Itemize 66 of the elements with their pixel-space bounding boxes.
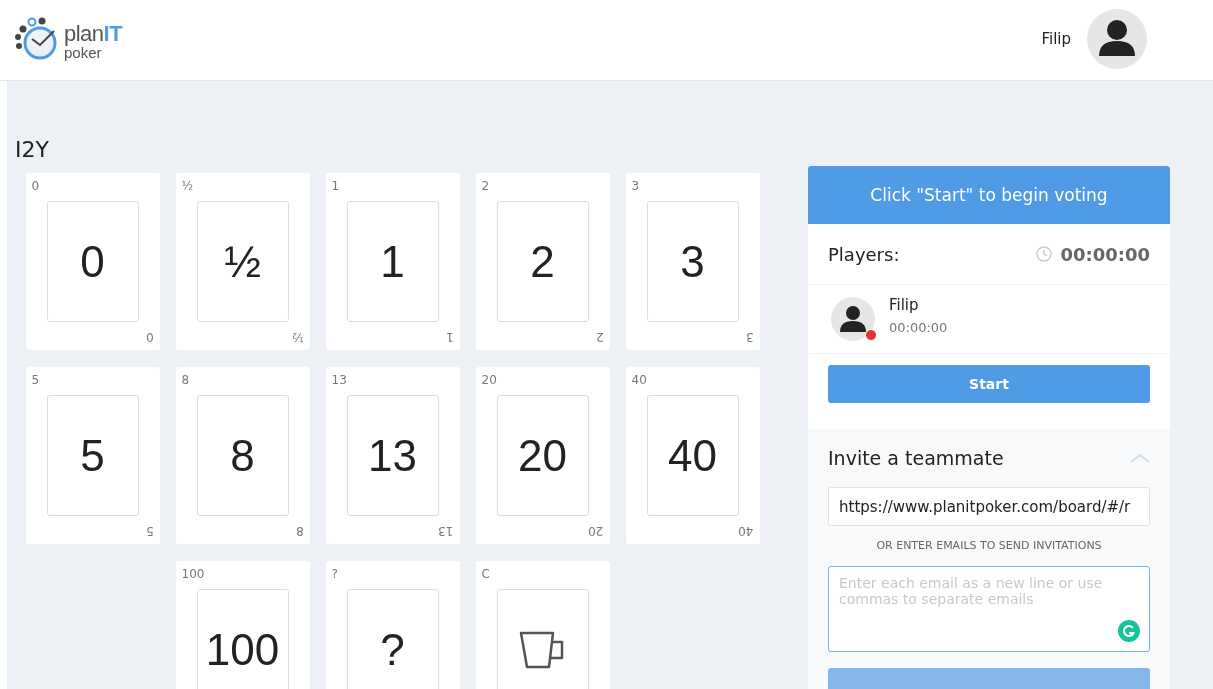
card-corner-label: 0 bbox=[31, 179, 40, 193]
divider-text: OR ENTER EMAILS TO SEND INVITATIONS bbox=[875, 539, 1103, 552]
card-corner-label: 0 bbox=[145, 330, 154, 344]
card-corner-label: 8 bbox=[181, 373, 190, 387]
card-value: 3 bbox=[680, 236, 705, 287]
card-value: 100 bbox=[205, 624, 280, 675]
poker-card[interactable]: 1 1 1 bbox=[325, 173, 460, 350]
card-value: 13 bbox=[368, 430, 417, 481]
card-corner-label: 3 bbox=[631, 179, 640, 193]
player-time: 00:00:00 bbox=[889, 319, 948, 335]
card-corner-label: 100 bbox=[181, 567, 205, 581]
invite-title: Invite a teammate bbox=[828, 447, 1004, 469]
email-input-field[interactable]: Enter each email as a new line or use commas to separate emails bbox=[828, 566, 1150, 652]
card-corner-label: ½ bbox=[181, 179, 194, 193]
logo-wordmark: planIT bbox=[64, 23, 123, 45]
grammar-check-icon[interactable] bbox=[1118, 620, 1140, 642]
card-corner-label: C bbox=[481, 567, 490, 581]
card-value: ½ bbox=[224, 236, 261, 287]
card-corner-label: 5 bbox=[31, 373, 40, 387]
poker-card[interactable]: 5 5 5 bbox=[25, 367, 160, 544]
card-corner-label: ½ bbox=[291, 330, 304, 344]
poker-card[interactable]: ? ? bbox=[325, 561, 460, 689]
players-label: Players: bbox=[828, 243, 900, 265]
card-value: 20 bbox=[518, 430, 567, 481]
poker-card[interactable]: 20 20 20 bbox=[475, 367, 610, 544]
poker-card[interactable]: 100 100 bbox=[175, 561, 310, 689]
player-name: Filip bbox=[889, 295, 920, 314]
poker-card[interactable]: ½ ½ ½ bbox=[175, 173, 310, 350]
card-corner-label: 20 bbox=[481, 373, 497, 387]
poker-card[interactable]: 8 8 8 bbox=[175, 367, 310, 544]
chevron-icon[interactable] bbox=[1130, 453, 1150, 463]
user-name: Filip bbox=[1041, 30, 1071, 48]
avatar-icon[interactable] bbox=[1087, 9, 1147, 69]
card-corner-label: 5 bbox=[145, 524, 154, 538]
invite-link-field[interactable]: https://www.planitpoker.com/board/#/r bbox=[828, 487, 1150, 526]
poker-card[interactable]: 0 0 0 bbox=[25, 173, 160, 350]
card-value: 40 bbox=[668, 430, 717, 481]
card-value: 8 bbox=[230, 430, 255, 481]
clock-icon bbox=[1036, 246, 1053, 262]
card-value: 0 bbox=[80, 236, 105, 287]
card-corner-label: 1 bbox=[331, 179, 340, 193]
card-corner-label: ? bbox=[331, 567, 338, 581]
card-value: 2 bbox=[530, 236, 555, 287]
poker-card[interactable]: 40 40 40 bbox=[625, 367, 760, 544]
card-corner-label: 13 bbox=[331, 373, 347, 387]
card-corner-label: 2 bbox=[481, 179, 490, 193]
avatar-icon bbox=[831, 297, 875, 341]
card-corner-label: 2 bbox=[595, 330, 604, 344]
card-corner-label: 8 bbox=[295, 524, 304, 538]
card-corner-label: 1 bbox=[445, 330, 454, 344]
board-title: I2Y bbox=[15, 136, 50, 163]
card-corner-label: 40 bbox=[631, 373, 647, 387]
poker-card[interactable]: 2 2 2 bbox=[475, 173, 610, 350]
poker-card[interactable]: 3 3 3 bbox=[625, 173, 760, 350]
logo-subtitle: poker bbox=[64, 45, 102, 60]
card-corner-label: 40 bbox=[738, 524, 754, 538]
timer-text: 00:00:00 bbox=[1060, 243, 1150, 265]
card-value: ? bbox=[380, 624, 405, 675]
card-value: 1 bbox=[380, 236, 405, 287]
card-corner-label: 13 bbox=[438, 524, 454, 538]
card-corner-label: 20 bbox=[588, 524, 604, 538]
card-value: 5 bbox=[80, 430, 105, 481]
status-banner: Click "Start" to begin voting bbox=[808, 166, 1170, 224]
card-corner-label: 3 bbox=[745, 330, 754, 344]
poker-card[interactable]: C bbox=[475, 561, 610, 689]
poker-card[interactable]: 13 13 13 bbox=[325, 367, 460, 544]
